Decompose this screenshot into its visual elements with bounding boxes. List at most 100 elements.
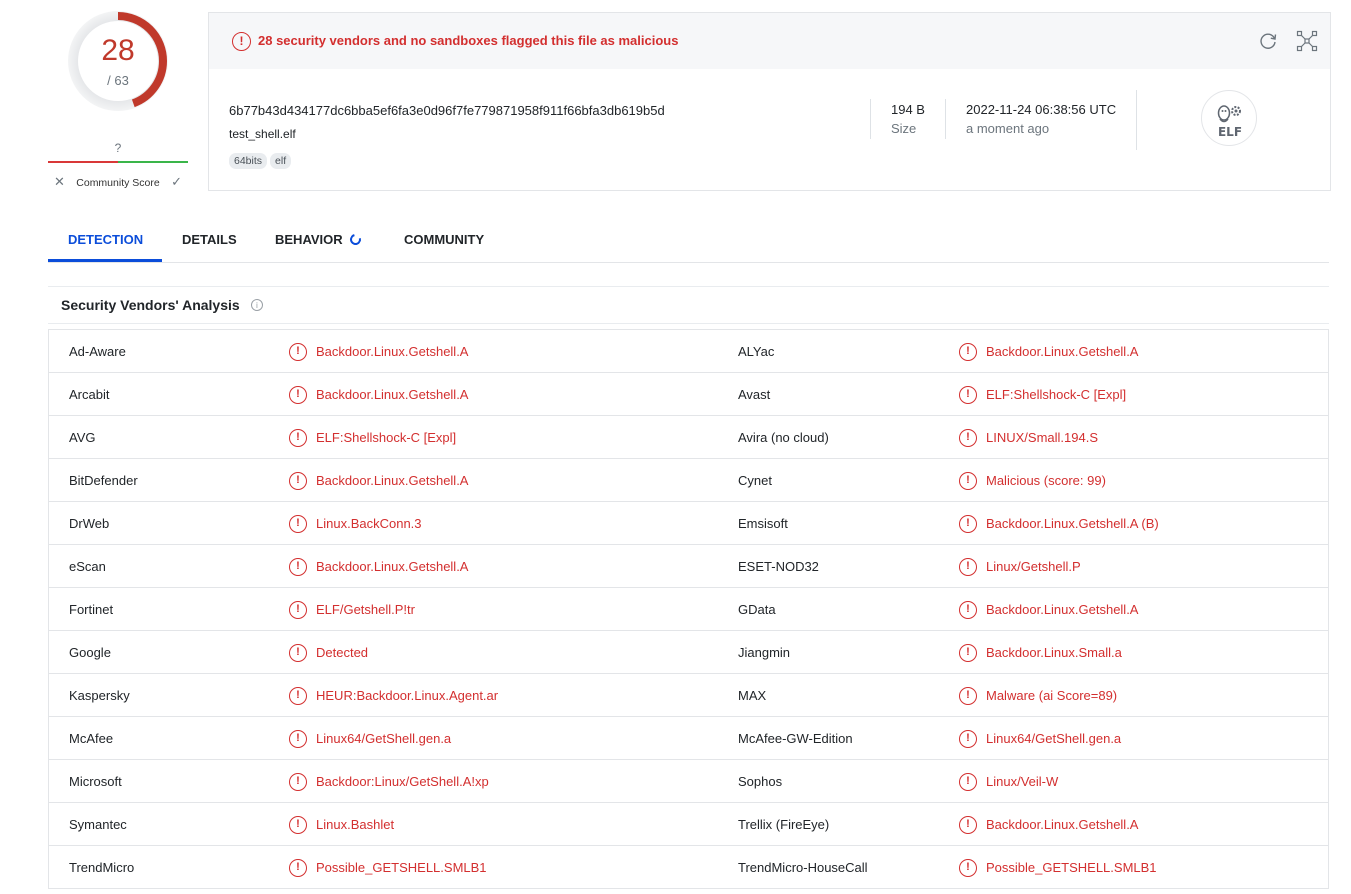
detection-result[interactable]: Backdoor.Linux.Getshell.A xyxy=(316,387,468,402)
detection-result[interactable]: Linux64/GetShell.gen.a xyxy=(316,731,451,746)
reanalyze-icon[interactable] xyxy=(1257,30,1279,52)
malicious-alert-icon: ! xyxy=(959,386,977,404)
vendor-name: McAfee-GW-Edition xyxy=(738,731,853,746)
detection-result[interactable]: Linux.BackConn.3 xyxy=(316,516,422,531)
scan-date-relative: a moment ago xyxy=(966,121,1050,136)
detection-result[interactable]: Backdoor.Linux.Getshell.A xyxy=(316,473,468,488)
vendor-name: Fortinet xyxy=(69,602,114,617)
tab-community[interactable]: COMMUNITY xyxy=(404,232,484,247)
vendor-name: ALYac xyxy=(738,344,775,359)
community-score-label: Community Score xyxy=(76,177,160,189)
info-icon[interactable]: i xyxy=(251,299,263,311)
detection-result[interactable]: Linux.Bashlet xyxy=(316,817,394,832)
table-row: Kaspersky! HEUR:Backdoor.Linux.Agent.ar MA… xyxy=(49,674,1328,717)
detection-result[interactable]: Linux/Veil-W xyxy=(986,774,1058,789)
detection-alert-bar: ! 28 security vendors and no sandboxes f… xyxy=(209,13,1330,69)
detection-result[interactable]: Malware (ai Score=89) xyxy=(986,688,1117,703)
malicious-alert-icon: ! xyxy=(959,601,977,619)
vendor-name: BitDefender xyxy=(69,473,138,488)
table-row: Arcabit! Backdoor.Linux.Getshell.A Avast! E… xyxy=(49,373,1328,416)
detection-result[interactable]: Malicious (score: 99) xyxy=(986,473,1106,488)
vendor-name: Symantec xyxy=(69,817,127,832)
detection-result[interactable]: HEUR:Backdoor.Linux.Agent.ar xyxy=(316,688,498,703)
detection-result[interactable]: Possible_GETSHELL.SMLB1 xyxy=(316,860,487,875)
malicious-alert-icon: ! xyxy=(959,730,977,748)
community-score-row: ✕ Community Score ✓ xyxy=(48,174,188,190)
vendor-name: Arcabit xyxy=(69,387,110,402)
detection-total: / 63 xyxy=(107,73,129,88)
detection-result[interactable]: LINUX/Small.194.S xyxy=(986,430,1098,445)
detection-result[interactable]: Backdoor.Linux.Getshell.A (B) xyxy=(986,516,1159,531)
malicious-alert-icon: ! xyxy=(289,816,307,834)
detection-result[interactable]: Linux64/GetShell.gen.a xyxy=(986,731,1121,746)
table-row: BitDefender! Backdoor.Linux.Getshell.A Cyn… xyxy=(49,459,1328,502)
divider xyxy=(870,99,871,139)
table-row: DrWeb! Linux.BackConn.3 Emsisoft! Backdoor.… xyxy=(49,502,1328,545)
vendor-name: Sophos xyxy=(738,774,783,789)
vendor-name: Avira (no cloud) xyxy=(738,430,829,445)
detection-result[interactable]: Backdoor.Linux.Getshell.A xyxy=(986,602,1138,617)
vendor-results-table: Ad-Aware! Backdoor.Linux.Getshell.A ALYac!… xyxy=(48,329,1329,889)
malicious-alert-icon: ! xyxy=(289,644,307,662)
table-row: Microsoft! Backdoor:Linux/GetShell.A!xp So… xyxy=(49,760,1328,803)
detection-count: 28 xyxy=(101,34,135,67)
table-row: McAfee! Linux64/GetShell.gen.a McAfee-GW-E… xyxy=(49,717,1328,760)
vendor-name: Emsisoft xyxy=(738,516,788,531)
detection-result[interactable]: Possible_GETSHELL.SMLB1 xyxy=(986,860,1157,875)
vendor-name: AVG xyxy=(69,430,96,445)
malicious-alert-icon: ! xyxy=(959,687,977,705)
file-summary-card: ! 28 security vendors and no sandboxes f… xyxy=(208,12,1331,191)
tab-details[interactable]: DETAILS xyxy=(182,232,237,247)
detection-result[interactable]: ELF:Shellshock-C [Expl] xyxy=(986,387,1126,402)
detection-result[interactable]: Backdoor.Linux.Getshell.A xyxy=(316,344,468,359)
detection-result[interactable]: Backdoor.Linux.Getshell.A xyxy=(986,344,1138,359)
detection-result[interactable]: Backdoor:Linux/GetShell.A!xp xyxy=(316,774,489,789)
table-row: eScan! Backdoor.Linux.Getshell.A ESET-NOD3… xyxy=(49,545,1328,588)
detection-result[interactable]: Backdoor.Linux.Getshell.A xyxy=(316,559,468,574)
detection-result[interactable]: Backdoor.Linux.Getshell.A xyxy=(986,817,1138,832)
active-tab-indicator xyxy=(48,259,162,262)
tag-elf[interactable]: elf xyxy=(270,153,292,169)
loading-spinner-icon xyxy=(347,231,363,248)
file-tags: 64bits elf xyxy=(229,152,294,169)
divider xyxy=(1136,90,1137,150)
detection-result[interactable]: Detected xyxy=(316,645,368,660)
vendor-name: TrendMicro xyxy=(69,860,135,875)
report-tabs: DETECTION DETAILS BEHAVIOR COMMUNITY xyxy=(48,222,1329,263)
vote-harmless-icon[interactable]: ✓ xyxy=(171,174,182,190)
detection-score-gauge: 28 / 63 xyxy=(65,8,171,114)
detection-result[interactable]: Linux/Getshell.P xyxy=(986,559,1081,574)
tab-behavior-label: BEHAVIOR xyxy=(275,232,343,247)
file-name: test_shell.elf xyxy=(229,127,296,141)
vendor-name: Avast xyxy=(738,387,771,402)
malicious-alert-icon: ! xyxy=(959,558,977,576)
malicious-alert-icon: ! xyxy=(959,343,977,361)
graph-view-icon[interactable] xyxy=(1296,30,1318,52)
vendor-name: McAfee xyxy=(69,731,114,746)
vendor-name: ESET-NOD32 xyxy=(738,559,819,574)
detection-result[interactable]: Backdoor.Linux.Small.a xyxy=(986,645,1122,660)
vendor-name: Kaspersky xyxy=(69,688,130,703)
detection-result[interactable]: ELF:Shellshock-C [Expl] xyxy=(316,430,456,445)
malicious-alert-icon: ! xyxy=(289,515,307,533)
vendor-name: Ad-Aware xyxy=(69,344,126,359)
malicious-alert-icon: ! xyxy=(959,816,977,834)
malicious-alert-icon: ! xyxy=(289,859,307,877)
malicious-alert-icon: ! xyxy=(289,343,307,361)
malicious-alert-icon: ! xyxy=(289,730,307,748)
malicious-alert-icon: ! xyxy=(289,601,307,619)
vendor-name: Microsoft xyxy=(69,774,122,789)
tab-behavior[interactable]: BEHAVIOR xyxy=(275,231,363,248)
elf-file-type-icon: ELF xyxy=(1201,90,1257,146)
vendor-name: Trellix (FireEye) xyxy=(738,817,830,832)
detection-alert-text: 28 security vendors and no sandboxes fla… xyxy=(258,33,679,48)
table-row: Google! Detected Jiangmin! Backdoor.Linux.S… xyxy=(49,631,1328,674)
detection-result[interactable]: ELF/Getshell.P!tr xyxy=(316,602,415,617)
malicious-alert-icon: ! xyxy=(959,515,977,533)
vendor-name: Jiangmin xyxy=(738,645,791,660)
tag-64bits[interactable]: 64bits xyxy=(229,153,268,169)
community-score-bar xyxy=(48,161,188,163)
file-hash[interactable]: 6b77b43d434177dc6bba5ef6fa3e0d96f7fe7798… xyxy=(229,103,665,118)
tab-detection[interactable]: DETECTION xyxy=(68,232,143,247)
malicious-alert-icon: ! xyxy=(959,472,977,490)
